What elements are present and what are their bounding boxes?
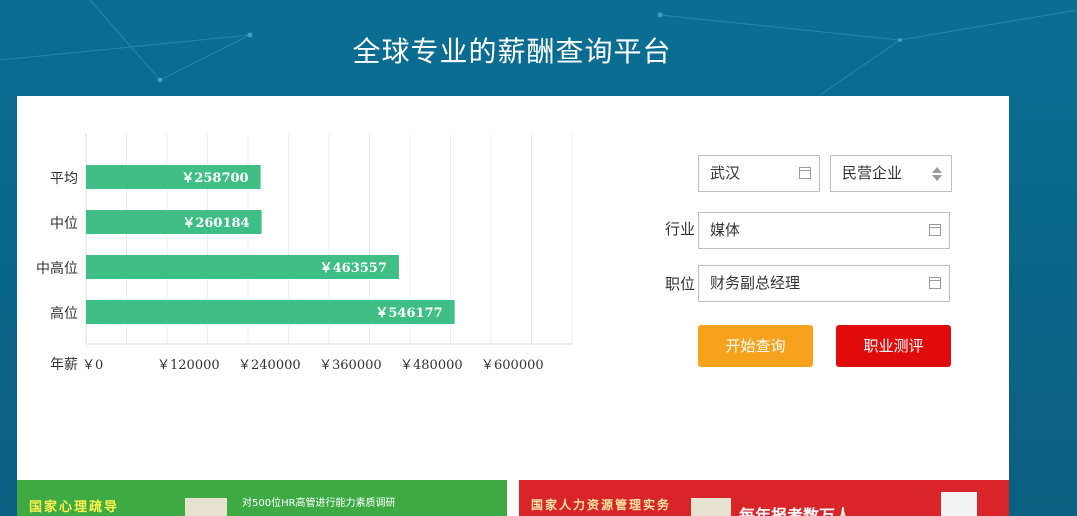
industry-value: 媒体 xyxy=(710,221,741,239)
calendar-icon xyxy=(929,224,941,236)
position-value: 财务副总经理 xyxy=(710,274,801,292)
banner-right-logo xyxy=(941,492,977,516)
banner-right-image xyxy=(691,498,731,516)
ad-banner-right[interactable]: 国家人力资源管理实务 每年报考数万人 xyxy=(519,480,1009,516)
banner-left-image xyxy=(185,498,227,516)
banner-left-title: 国家心理疏导 xyxy=(29,500,120,515)
industry-field[interactable]: 媒体 xyxy=(698,212,950,249)
banner-left-subtitle: 对500位HR高管进行能力素质调研 xyxy=(242,498,396,509)
company-type-select[interactable]: 民营企业 xyxy=(830,155,952,192)
banner-right-title: 国家人力资源管理实务 xyxy=(531,498,672,512)
calendar-icon xyxy=(929,277,941,289)
banner-right-subtitle: 每年报考数万人 xyxy=(739,506,852,516)
salary-card: 平均 ￥258700 中位 ￥260184 中高位 ￥463557 高位 ￥546177 年薪 ￥… xyxy=(17,96,1009,516)
page-title: 全球专业的薪酬查询平台 xyxy=(352,35,672,68)
calendar-icon xyxy=(799,167,811,179)
updown-arrows-icon xyxy=(932,167,942,181)
city-value: 武汉 xyxy=(710,164,741,182)
position-field[interactable]: 财务副总经理 xyxy=(698,265,950,302)
start-query-button[interactable]: 开始查询 xyxy=(698,325,813,367)
city-field[interactable]: 武汉 xyxy=(698,155,820,192)
query-form: 武汉 民营企业 行业 媒体 职位 财务副总经理 开始查询 职业测评 xyxy=(17,96,1009,396)
career-evaluation-button[interactable]: 职业测评 xyxy=(836,325,951,367)
position-label: 职位 xyxy=(665,275,696,293)
ad-banner-left[interactable]: 国家心理疏导 对500位HR高管进行能力素质调研 xyxy=(17,480,507,516)
industry-label: 行业 xyxy=(665,220,696,238)
company-type-value: 民营企业 xyxy=(842,164,903,182)
